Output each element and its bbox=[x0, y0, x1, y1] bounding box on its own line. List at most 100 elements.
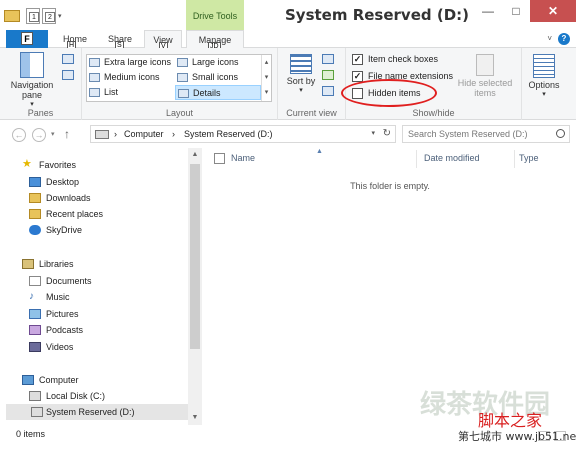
navigation-pane-icon bbox=[20, 52, 44, 78]
folder-icon bbox=[4, 10, 20, 22]
item-count: 0 items bbox=[16, 429, 46, 439]
breadcrumb-separator: › bbox=[114, 129, 117, 139]
column-divider[interactable] bbox=[416, 150, 417, 168]
layout-medium-icons[interactable]: Medium icons bbox=[87, 70, 175, 85]
keytip: 1 bbox=[29, 12, 39, 22]
layout-small-icons[interactable]: Small icons bbox=[175, 70, 261, 85]
help-icon[interactable]: ? bbox=[558, 33, 570, 45]
desktop-icon bbox=[29, 177, 41, 187]
nav-videos[interactable]: Videos bbox=[29, 339, 179, 355]
layout-details[interactable]: Details bbox=[175, 85, 261, 100]
details-pane-icon[interactable] bbox=[62, 70, 74, 80]
back-button[interactable]: ← bbox=[12, 128, 26, 142]
nav-desktop[interactable]: Desktop bbox=[29, 174, 179, 190]
hide-selected-label: Hide selected items bbox=[457, 78, 513, 98]
nav-label: SkyDrive bbox=[46, 225, 83, 235]
options-label: Options bbox=[528, 80, 560, 90]
address-dropdown-icon[interactable]: ▾ bbox=[371, 129, 375, 137]
layout-large-icons[interactable]: Large icons bbox=[175, 55, 261, 70]
star-icon: ★ bbox=[22, 158, 32, 170]
nav-local-disk-c[interactable]: Local Disk (C:) bbox=[29, 388, 179, 404]
tab-home[interactable]: Home H bbox=[58, 30, 92, 51]
column-header-type[interactable]: Type bbox=[519, 153, 539, 163]
address-bar[interactable]: › Computer › System Reserved (D:) ▾ ↻ bbox=[90, 125, 396, 143]
title-bar: 1 2 ▾ Drive Tools System Reserved (D:) —… bbox=[0, 0, 576, 30]
details-icon bbox=[178, 89, 189, 98]
sort-by-icon bbox=[290, 54, 312, 74]
options-button[interactable]: Options ▾ bbox=[524, 54, 564, 100]
local-disk-icon bbox=[29, 391, 41, 401]
up-button[interactable]: ↑ bbox=[64, 127, 70, 141]
nav-label: Computer bbox=[39, 375, 79, 385]
nav-label: Recent places bbox=[46, 209, 104, 219]
navigation-pane-label: Navigation pane bbox=[10, 80, 54, 100]
nav-podcasts[interactable]: Podcasts bbox=[29, 322, 179, 338]
column-header-name[interactable]: Name bbox=[231, 153, 255, 163]
empty-folder-message: This folder is empty. bbox=[350, 181, 430, 191]
nav-label: Libraries bbox=[39, 259, 74, 269]
nav-favorites[interactable]: ★ Favorites bbox=[22, 157, 182, 173]
size-columns-icon[interactable] bbox=[322, 86, 334, 96]
breadcrumb-computer[interactable]: Computer bbox=[124, 129, 164, 139]
add-columns-icon[interactable] bbox=[322, 70, 334, 80]
column-divider[interactable] bbox=[514, 150, 515, 168]
column-header-date-modified[interactable]: Date modified bbox=[424, 153, 480, 163]
select-all-checkbox[interactable] bbox=[214, 153, 225, 164]
layout-gallery-scroller[interactable]: ▴ ▾ ▾ bbox=[261, 55, 271, 101]
nav-computer[interactable]: Computer bbox=[22, 372, 182, 388]
refresh-icon[interactable]: ↻ bbox=[383, 128, 391, 139]
recent-locations-icon[interactable]: ▾ bbox=[51, 130, 55, 138]
nav-skydrive[interactable]: SkyDrive bbox=[29, 222, 179, 238]
group-label: Current view bbox=[286, 108, 337, 118]
layout-item-label: Extra large icons bbox=[104, 57, 172, 67]
watermark-text: 第七城市 www.jb51.net bbox=[458, 428, 576, 444]
group-label: Layout bbox=[165, 108, 194, 118]
large-icons-icon bbox=[177, 58, 188, 67]
layout-item-label: Large icons bbox=[192, 57, 239, 67]
extra-large-icons-icon bbox=[89, 58, 100, 67]
nav-label: Downloads bbox=[46, 193, 91, 203]
nav-recent-places[interactable]: Recent places bbox=[29, 206, 179, 222]
nav-downloads[interactable]: Downloads bbox=[29, 190, 179, 206]
tab-view[interactable]: View V bbox=[144, 30, 182, 52]
group-label: Show/hide bbox=[412, 108, 455, 118]
search-input[interactable]: Search System Reserved (D:) bbox=[402, 125, 570, 143]
qat-dropdown-icon[interactable]: ▾ bbox=[58, 12, 66, 20]
maximize-button[interactable]: □ bbox=[502, 0, 530, 22]
nav-documents[interactable]: Documents bbox=[29, 273, 179, 289]
layout-extra-large-icons[interactable]: Extra large icons bbox=[87, 55, 175, 70]
forward-button[interactable]: → bbox=[32, 128, 46, 142]
tab-share[interactable]: Share S bbox=[104, 30, 136, 51]
properties-button[interactable]: 1 bbox=[26, 8, 40, 24]
address-row: ← → ▾ ↑ › Computer › System Reserved (D:… bbox=[0, 120, 576, 148]
nav-pictures[interactable]: Pictures bbox=[29, 306, 179, 322]
tab-file[interactable]: F bbox=[6, 30, 48, 48]
nav-libraries[interactable]: Libraries bbox=[22, 256, 182, 272]
navigation-pane-button[interactable]: Navigation pane ▾ bbox=[8, 52, 56, 110]
nav-label: Podcasts bbox=[46, 325, 84, 335]
nav-label: Pictures bbox=[46, 309, 79, 319]
minimize-button[interactable]: — bbox=[474, 0, 502, 22]
nav-pane-scrollbar[interactable]: ▲ ▼ bbox=[188, 148, 202, 425]
breadcrumb-drive[interactable]: System Reserved (D:) bbox=[184, 129, 273, 139]
close-button[interactable]: ✕ bbox=[530, 0, 576, 22]
nav-music[interactable]: ♪ Music bbox=[29, 289, 179, 305]
scroll-up-icon[interactable]: ▲ bbox=[188, 148, 202, 162]
nav-system-reserved-d[interactable]: System Reserved (D:) bbox=[6, 404, 188, 420]
item-check-boxes-toggle[interactable]: ✓ Item check boxes bbox=[352, 52, 438, 67]
libraries-icon bbox=[22, 259, 34, 269]
sort-by-label: Sort by bbox=[286, 76, 316, 86]
scrollbar-thumb[interactable] bbox=[190, 164, 200, 349]
scroll-down-icon[interactable]: ▼ bbox=[188, 411, 202, 425]
expand-ribbon-icon[interactable]: ˅ bbox=[547, 34, 552, 43]
layout-item-label: Details bbox=[193, 88, 221, 98]
preview-pane-icon[interactable] bbox=[62, 54, 74, 64]
tab-manage[interactable]: Manage JD bbox=[186, 30, 244, 52]
layout-list[interactable]: List bbox=[87, 85, 175, 100]
context-tab-group-label: Drive Tools bbox=[192, 11, 238, 21]
group-by-icon[interactable] bbox=[322, 54, 334, 64]
new-folder-button[interactable]: 2 bbox=[42, 8, 56, 24]
hide-selected-items-button[interactable]: Hide selected items bbox=[454, 54, 516, 98]
sort-by-button[interactable]: Sort by ▾ bbox=[284, 54, 318, 96]
music-icon: ♪ bbox=[29, 291, 34, 302]
